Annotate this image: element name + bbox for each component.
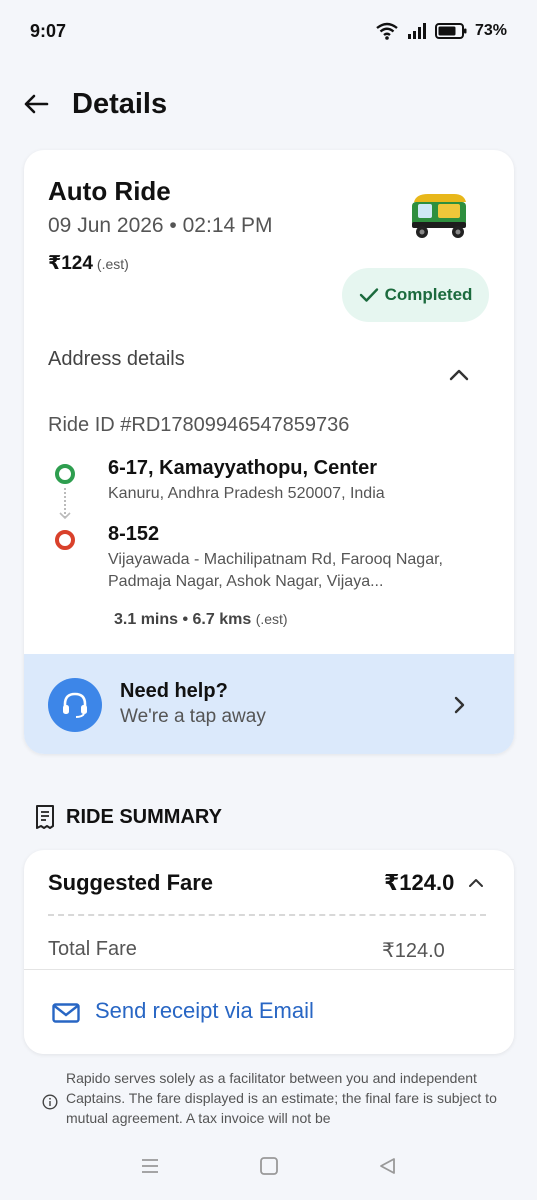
suggested-fare-value: ₹124.0 [384,870,455,895]
pickup-marker-icon [55,464,75,484]
mail-icon [52,1003,80,1023]
ride-price: ₹124 (.est) [48,252,129,275]
ride-type-title: Auto Ride [48,176,171,206]
headset-icon [48,678,102,732]
address-details-heading: Address details [48,348,185,370]
menu-icon[interactable] [130,1146,170,1186]
wifi-icon [376,22,398,40]
ride-price-value: ₹124 [48,253,93,274]
ride-summary-heading: RIDE SUMMARY [34,804,222,830]
chevron-up-icon[interactable] [448,368,470,382]
fare-chevron-up-icon[interactable] [468,878,484,888]
total-fare-value: ₹124.0 [382,940,445,962]
fare-divider [48,914,486,916]
fare-card: Suggested Fare ₹124.0 Total Fare ₹124.0 … [24,850,514,1054]
trip-meta-value: 3.1 mins • 6.7 kms [114,611,252,628]
trip-duration-distance: 3.1 mins • 6.7 kms (.est) [114,611,288,629]
ride-id: Ride ID #RD17809946547859736 [48,414,350,436]
trip-meta-note: (.est) [255,611,288,627]
status-bar: 9:07 73% [0,0,537,62]
page-title: Details [72,87,168,120]
send-receipt-button[interactable]: Send receipt via Email [24,969,514,1054]
info-icon [42,1094,58,1110]
ride-price-note: (.est) [96,256,129,272]
checkmark-icon [359,288,378,302]
ride-datetime: 09 Jun 2026 • 02:14 PM [48,214,273,237]
disclaimer: Rapido serves solely as a facilitator be… [40,1064,520,1132]
header: Details [22,82,167,126]
home-square-icon[interactable] [249,1146,289,1186]
help-subtitle: We're a tap away [120,706,266,727]
need-help-button[interactable]: Need help? We're a tap away [24,654,514,754]
back-arrow-icon[interactable] [22,90,50,118]
status-time: 9:07 [30,20,67,41]
system-nav-bar [0,1132,537,1200]
pickup-address: Kanuru, Andhra Pradesh 520007, India [108,485,385,502]
drop-address: Vijayawada - Machilipatnam Rd, Farooq Na… [108,551,443,590]
receipt-icon [36,805,54,829]
signal-icon [407,23,426,39]
send-receipt-label: Send receipt via Email [95,998,314,1023]
ride-status-badge: Completed [342,268,489,322]
auto-rickshaw-icon [412,194,466,238]
drop-marker-icon [55,530,75,550]
chevron-right-icon [454,696,465,714]
total-fare-label: Total Fare [48,938,137,960]
back-triangle-icon[interactable] [368,1146,408,1186]
status-icons: 73% [375,22,507,40]
drop-title: 8-152 [108,523,160,545]
ride-details-card: Auto Ride 09 Jun 2026 • 02:14 PM ₹124 (.e… [24,150,514,754]
battery-icon [434,23,467,39]
disclaimer-text: Rapido serves solely as a facilitator be… [66,1070,497,1126]
battery-level: 73% [474,22,507,39]
route-arrow-icon [59,512,71,520]
ride-status-label: Completed [384,285,473,304]
pickup-title: 6-17, Kamayyathopu, Center [108,457,377,479]
suggested-fare-label: Suggested Fare [48,870,214,895]
help-title: Need help? [120,680,228,702]
ride-summary-label: RIDE SUMMARY [66,805,222,828]
